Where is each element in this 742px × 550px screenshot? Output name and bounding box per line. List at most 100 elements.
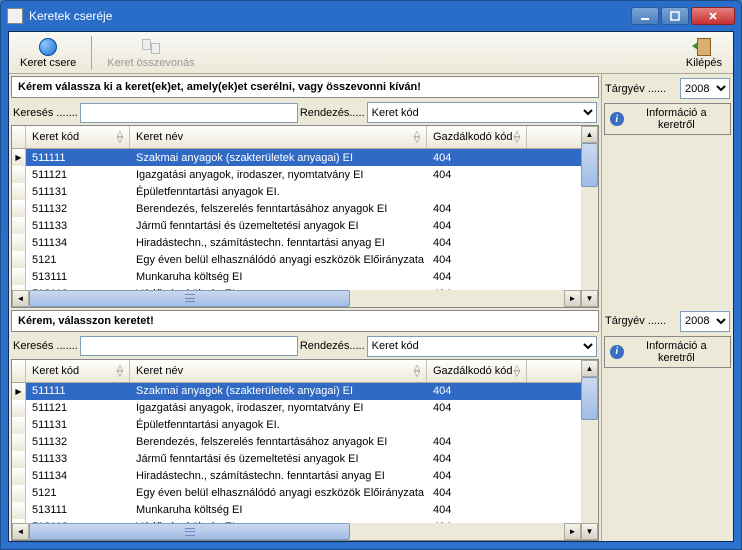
bottom-grid-body[interactable]: 511111Szakmai anyagok (szakterületek any… [12, 383, 581, 524]
bottom-info-button[interactable]: i Információ a keretről [604, 336, 731, 368]
cell-name: Hiradástechn., számítástechn. fenntartás… [130, 469, 427, 483]
cell-name: Szakmai anyagok (szakterületek anyagai) … [130, 151, 427, 165]
hscroll-thumb[interactable] [29, 290, 350, 307]
table-row[interactable]: 513111Munkaruha költség EI404 [12, 268, 581, 285]
cell-name: Egy éven belül elhasználódó anyagi eszkö… [130, 253, 427, 267]
table-row[interactable]: 511132Berendezés, felszerelés fenntartás… [12, 200, 581, 217]
top-year-select[interactable]: 2008 [680, 78, 730, 99]
cell-code: 513111 [26, 503, 130, 517]
row-indicator [12, 417, 26, 434]
table-row[interactable]: 5121Egy éven belül elhasználódó anyagi e… [12, 251, 581, 268]
info-icon: i [610, 345, 624, 359]
year-label: Tárgyév ...... [605, 315, 678, 327]
col-header-gazd[interactable]: Gazdálkodó kód△▽ [427, 360, 527, 382]
row-indicator [12, 217, 26, 234]
cell-gazd: 404 [427, 202, 527, 216]
col-header-gazd[interactable]: Gazdálkodó kód△▽ [427, 126, 527, 148]
minimize-button[interactable] [631, 7, 659, 25]
bottom-hscroll[interactable]: ◄ ► [12, 523, 581, 540]
table-row[interactable]: 511132Berendezés, felszerelés fenntartás… [12, 434, 581, 451]
row-indicator [12, 451, 26, 468]
bottom-sort-label: Rendezés..... [300, 340, 365, 352]
cell-name: Épületfenntartási anyagok EI. [130, 185, 427, 199]
table-row[interactable]: 511111Szakmai anyagok (szakterületek any… [12, 149, 581, 166]
table-row[interactable]: 511131Épületfenntartási anyagok EI. [12, 417, 581, 434]
table-row[interactable]: 511111Szakmai anyagok (szakterületek any… [12, 383, 581, 400]
table-row[interactable]: 5121Egy éven belül elhasználódó anyagi e… [12, 485, 581, 502]
vscroll-track[interactable] [581, 143, 598, 290]
bottom-section-header: Kérem, válasszon keretet! [11, 310, 599, 332]
bottom-search-input[interactable] [80, 336, 298, 356]
scroll-down-button[interactable]: ▼ [581, 290, 598, 307]
scroll-right-button[interactable]: ► [564, 290, 581, 307]
cell-code: 513111 [26, 270, 130, 284]
cell-name: Szakmai anyagok (szakterületek anyagai) … [130, 384, 427, 398]
content: Kérem válassza ki a keret(ek)et, amely(e… [9, 74, 733, 541]
right-spacer-2 [604, 370, 731, 540]
table-row[interactable]: 511131Épületfenntartási anyagok EI. [12, 183, 581, 200]
top-grid-body[interactable]: 511111Szakmai anyagok (szakterületek any… [12, 149, 581, 290]
exit-button[interactable]: Kilépés [679, 34, 729, 72]
bottom-vscroll[interactable]: ▲ ▼ [581, 360, 598, 541]
cell-name: Jármű fenntartási és üzemeltetési anyago… [130, 452, 427, 466]
scroll-up-button[interactable]: ▲ [581, 360, 598, 377]
scroll-up-button[interactable]: ▲ [581, 126, 598, 143]
top-sort-label: Rendezés..... [300, 107, 365, 119]
cell-code: 511121 [26, 168, 130, 182]
maximize-button[interactable] [661, 7, 689, 25]
sort-icon: △▽ [414, 131, 420, 143]
row-indicator [12, 200, 26, 217]
bottom-year-select[interactable]: 2008 [680, 311, 730, 332]
exit-icon [694, 37, 714, 57]
table-row[interactable]: 511121Igazgatási anyagok, irodaszer, nyo… [12, 400, 581, 417]
top-hscroll[interactable]: ◄ ► [12, 290, 581, 307]
scroll-right-button[interactable]: ► [564, 523, 581, 540]
vscroll-thumb[interactable] [581, 143, 598, 187]
bottom-year-row: Tárgyév ...... 2008 [604, 309, 731, 334]
toolbar: Keret csere Keret összevonás Kilépés [9, 32, 733, 74]
top-search-input[interactable] [80, 103, 298, 123]
info-label: Információ a keretről [628, 107, 725, 131]
titlebar[interactable]: Keretek cseréje [1, 1, 741, 31]
table-row[interactable]: 511133Jármű fenntartási és üzemeltetési … [12, 217, 581, 234]
cell-code: 5121 [26, 486, 130, 500]
close-button[interactable] [691, 7, 735, 25]
bottom-sort-select[interactable]: Keret kód [367, 336, 597, 357]
table-row[interactable]: 511134Hiradástechn., számítástechn. fenn… [12, 468, 581, 485]
scroll-left-button[interactable]: ◄ [12, 290, 29, 307]
hscroll-track[interactable] [29, 290, 564, 307]
col-header-code[interactable]: Keret kód△▽ [26, 360, 130, 382]
sort-icon: △▽ [414, 365, 420, 377]
scroll-down-button[interactable]: ▼ [581, 523, 598, 540]
table-row[interactable]: 511121Igazgatási anyagok, irodaszer, nyo… [12, 166, 581, 183]
col-header-name[interactable]: Keret név△▽ [130, 126, 427, 148]
top-vscroll[interactable]: ▲ ▼ [581, 126, 598, 307]
top-sort-select[interactable]: Keret kód [367, 102, 597, 123]
cell-name: Hiradástechn., számítástechn. fenntartás… [130, 236, 427, 250]
hscroll-thumb[interactable] [29, 523, 350, 540]
scroll-left-button[interactable]: ◄ [12, 523, 29, 540]
swap-frame-button[interactable]: Keret csere [13, 34, 83, 72]
top-info-button[interactable]: i Információ a keretről [604, 103, 731, 135]
row-indicator [12, 502, 26, 519]
top-section-header: Kérem válassza ki a keret(ek)et, amely(e… [11, 76, 599, 98]
cell-gazd: 404 [427, 384, 527, 398]
vscroll-track[interactable] [581, 377, 598, 524]
hscroll-track[interactable] [29, 523, 564, 540]
sort-icon: △▽ [117, 365, 123, 377]
cell-gazd: 404 [427, 435, 527, 449]
top-grid: Keret kód△▽ Keret név△▽ Gazdálkodó kód△▽… [11, 125, 599, 308]
col-header-code[interactable]: Keret kód△▽ [26, 126, 130, 148]
table-row[interactable]: 511133Jármű fenntartási és üzemeltetési … [12, 451, 581, 468]
vscroll-thumb[interactable] [581, 377, 598, 421]
cell-code: 511121 [26, 401, 130, 415]
row-indicator [12, 468, 26, 485]
info-icon: i [610, 112, 624, 126]
row-indicator [12, 400, 26, 417]
table-row[interactable]: 513111Munkaruha költség EI404 [12, 502, 581, 519]
table-row[interactable]: 511134Hiradástechn., számítástechn. fenn… [12, 234, 581, 251]
col-header-name[interactable]: Keret név△▽ [130, 360, 427, 382]
merge-frame-button: Keret összevonás [100, 34, 201, 72]
merge-icon [141, 37, 161, 57]
cell-name: Jármű fenntartási és üzemeltetési anyago… [130, 219, 427, 233]
